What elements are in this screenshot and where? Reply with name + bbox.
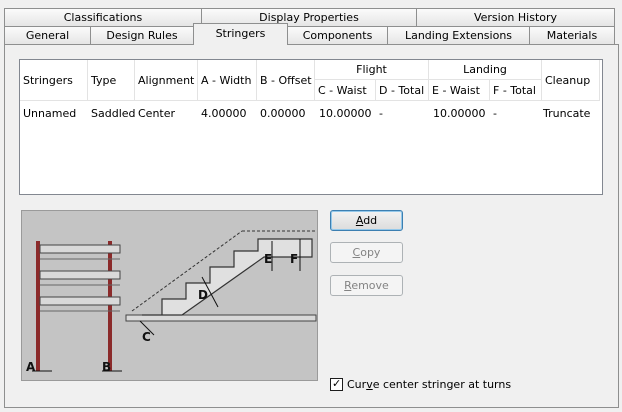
label-f: F bbox=[290, 252, 298, 266]
label-a: A bbox=[26, 360, 36, 374]
tab-version-history[interactable]: Version History bbox=[416, 8, 615, 27]
col-header-f-total[interactable]: F - Total bbox=[490, 80, 542, 101]
col-header-cleanup[interactable]: Cleanup bbox=[542, 60, 600, 101]
label-c: C bbox=[142, 330, 151, 344]
col-header-type[interactable]: Type bbox=[88, 60, 135, 101]
tab-materials[interactable]: Materials bbox=[529, 26, 615, 45]
cell-c-waist: 10.00000 bbox=[319, 107, 372, 120]
col-header-c-waist[interactable]: C - Waist bbox=[315, 80, 376, 101]
group-header-flight: Flight bbox=[315, 60, 429, 80]
tab-classifications[interactable]: Classifications bbox=[4, 8, 202, 27]
tab-general[interactable]: General bbox=[4, 26, 91, 45]
tab-components[interactable]: Components bbox=[287, 26, 388, 45]
col-header-e-waist[interactable]: E - Waist bbox=[429, 80, 490, 101]
cell-b-offset: 0.00000 bbox=[260, 107, 306, 120]
stringer-post-left bbox=[36, 241, 40, 371]
label-e: E bbox=[264, 252, 272, 266]
curve-center-stringer-checkbox[interactable]: Curve center stringer at turns bbox=[330, 377, 511, 391]
cell-alignment: Center bbox=[138, 107, 176, 120]
tab-stringers[interactable]: Stringers bbox=[193, 23, 288, 45]
cell-e-waist: 10.00000 bbox=[433, 107, 486, 120]
col-header-alignment[interactable]: Alignment bbox=[135, 60, 198, 101]
checkbox-label: Curve center stringer at turns bbox=[347, 377, 512, 391]
label-b: B bbox=[102, 360, 111, 374]
tab-landing-extensions[interactable]: Landing Extensions bbox=[387, 26, 530, 45]
tab-row-front: General Design Rules Stringers Component… bbox=[0, 23, 622, 45]
stringer-post-right bbox=[108, 241, 112, 371]
col-header-d-total[interactable]: D - Total bbox=[376, 80, 429, 101]
label-d: D bbox=[198, 288, 208, 302]
cell-type: Saddled bbox=[91, 107, 136, 120]
cell-a-width: 4.00000 bbox=[201, 107, 247, 120]
checkbox-box[interactable] bbox=[330, 377, 343, 391]
remove-button[interactable]: Remove bbox=[330, 275, 403, 296]
cell-f-total: - bbox=[493, 107, 497, 120]
cell-cleanup: Truncate bbox=[543, 107, 591, 120]
cell-stringers: Unnamed bbox=[23, 107, 77, 120]
cell-d-total: - bbox=[379, 107, 383, 120]
stringers-table[interactable]: Stringers Type Alignment A - Width B - O… bbox=[19, 59, 603, 195]
tab-row-back: Classifications Display Properties Versi… bbox=[0, 8, 622, 27]
col-header-a-width[interactable]: A - Width bbox=[198, 60, 257, 101]
col-header-b-offset[interactable]: B - Offset bbox=[257, 60, 315, 101]
col-header-stringers[interactable]: Stringers bbox=[20, 60, 88, 101]
copy-button[interactable]: Copy bbox=[330, 242, 403, 263]
tab-design-rules[interactable]: Design Rules bbox=[90, 26, 194, 45]
group-header-landing: Landing bbox=[429, 60, 542, 80]
stringer-illustration: D C E F A B bbox=[21, 210, 318, 381]
add-button[interactable]: Add bbox=[330, 210, 403, 231]
